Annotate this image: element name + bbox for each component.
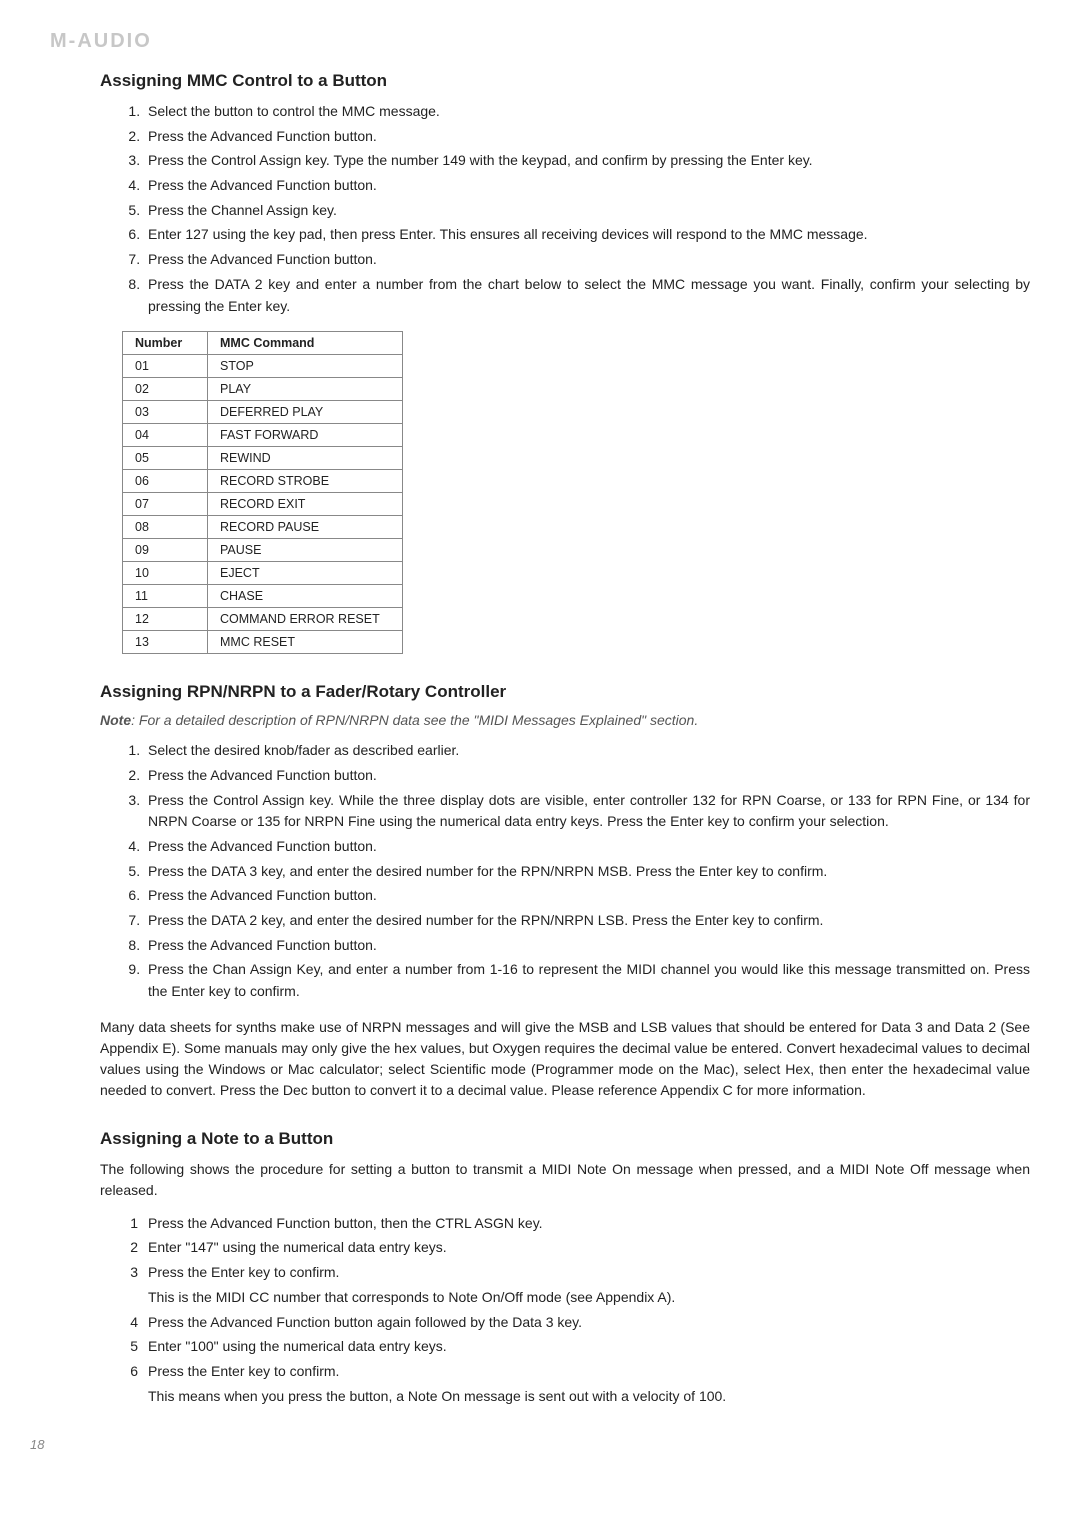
cell-number: 03 xyxy=(123,401,208,424)
step-subnote: This means when you press the button, a … xyxy=(148,1386,1030,1408)
cell-number: 13 xyxy=(123,631,208,654)
list-item: Enter "147" using the numerical data ent… xyxy=(118,1237,1030,1259)
cell-number: 10 xyxy=(123,562,208,585)
section-note-button: Assigning a Note to a Button The followi… xyxy=(100,1129,1030,1408)
table-row: 12COMMAND ERROR RESET xyxy=(123,608,403,631)
table-row: 08RECORD PAUSE xyxy=(123,516,403,539)
cell-command: RECORD PAUSE xyxy=(208,516,403,539)
section-title: Assigning RPN/NRPN to a Fader/Rotary Con… xyxy=(100,682,1030,702)
cell-command: CHASE xyxy=(208,585,403,608)
step-text: Press the Advanced Function button, then… xyxy=(148,1215,543,1231)
list-item: Press the DATA 2 key, and enter the desi… xyxy=(144,910,1030,932)
table-row: 06RECORD STROBE xyxy=(123,470,403,493)
cell-command: PAUSE xyxy=(208,539,403,562)
list-item: Press the Channel Assign key. xyxy=(144,200,1030,222)
cell-command: FAST FORWARD xyxy=(208,424,403,447)
section-rpn-nrpn: Assigning RPN/NRPN to a Fader/Rotary Con… xyxy=(100,682,1030,1101)
page-number: 18 xyxy=(30,1437,1030,1452)
table-row: 03DEFERRED PLAY xyxy=(123,401,403,424)
cell-command: STOP xyxy=(208,355,403,378)
table-header-command: MMC Command xyxy=(208,332,403,355)
cell-command: RECORD EXIT xyxy=(208,493,403,516)
table-row: 13MMC RESET xyxy=(123,631,403,654)
cell-command: DEFERRED PLAY xyxy=(208,401,403,424)
step-subnote: This is the MIDI CC number that correspo… xyxy=(148,1287,1030,1309)
cell-number: 04 xyxy=(123,424,208,447)
cell-number: 01 xyxy=(123,355,208,378)
table-row: 10EJECT xyxy=(123,562,403,585)
list-item: Select the desired knob/fader as describ… xyxy=(144,740,1030,762)
body-paragraph: Many data sheets for synths make use of … xyxy=(100,1017,1030,1101)
cell-command: PLAY xyxy=(208,378,403,401)
list-item: Press the Advanced Function button. xyxy=(144,935,1030,957)
cell-command: RECORD STROBE xyxy=(208,470,403,493)
cell-number: 07 xyxy=(123,493,208,516)
step-text: Press the Enter key to confirm. xyxy=(148,1264,339,1280)
list-item: Press the Control Assign key. While the … xyxy=(144,790,1030,833)
list-item: Press the Advanced Function button. xyxy=(144,126,1030,148)
table-header-number: Number xyxy=(123,332,208,355)
list-item: Press the Advanced Function button. xyxy=(144,885,1030,907)
cell-number: 05 xyxy=(123,447,208,470)
cell-command: EJECT xyxy=(208,562,403,585)
list-item: Press the Advanced Function button again… xyxy=(118,1312,1030,1334)
list-item: Press the Advanced Function button. xyxy=(144,175,1030,197)
table-row: 02PLAY xyxy=(123,378,403,401)
step-text: Press the Advanced Function button again… xyxy=(148,1314,582,1330)
table-row: 05REWIND xyxy=(123,447,403,470)
section-mmc-control: Assigning MMC Control to a Button Select… xyxy=(100,71,1030,654)
step-text: Enter "100" using the numerical data ent… xyxy=(148,1338,447,1354)
cell-number: 11 xyxy=(123,585,208,608)
step-list: Press the Advanced Function button, then… xyxy=(100,1213,1030,1408)
content-area: Assigning MMC Control to a Button Select… xyxy=(100,71,1030,1407)
section-title: Assigning MMC Control to a Button xyxy=(100,71,1030,91)
note-label: Note xyxy=(100,712,131,728)
cell-number: 12 xyxy=(123,608,208,631)
page: M-AUDIO Assigning MMC Control to a Butto… xyxy=(0,0,1080,1492)
table-row: 11CHASE xyxy=(123,585,403,608)
step-text: Press the Enter key to confirm. xyxy=(148,1363,339,1379)
note-line: Note: For a detailed description of RPN/… xyxy=(100,712,1030,728)
cell-command: REWIND xyxy=(208,447,403,470)
list-item: Press the Advanced Function button. xyxy=(144,765,1030,787)
table-row: 04FAST FORWARD xyxy=(123,424,403,447)
list-item: Press the Enter key to confirm. This is t… xyxy=(118,1262,1030,1308)
list-item: Press the DATA 3 key, and enter the desi… xyxy=(144,861,1030,883)
mmc-command-table: Number MMC Command 01STOP02PLAY03DEFERRE… xyxy=(122,331,403,654)
list-item: Press the Advanced Function button. xyxy=(144,249,1030,271)
list-item: Select the button to control the MMC mes… xyxy=(144,101,1030,123)
list-item: Enter "100" using the numerical data ent… xyxy=(118,1336,1030,1358)
list-item: Press the Enter key to confirm. This mean… xyxy=(118,1361,1030,1407)
list-item: Press the Advanced Function button. xyxy=(144,836,1030,858)
section-title: Assigning a Note to a Button xyxy=(100,1129,1030,1149)
list-item: Enter 127 using the key pad, then press … xyxy=(144,224,1030,246)
step-list: Select the desired knob/fader as describ… xyxy=(100,740,1030,1003)
table-row: 01STOP xyxy=(123,355,403,378)
list-item: Press the Control Assign key. Type the n… xyxy=(144,150,1030,172)
list-item: Press the Chan Assign Key, and enter a n… xyxy=(144,959,1030,1002)
note-text: : For a detailed description of RPN/NRPN… xyxy=(131,712,698,728)
list-item: Press the DATA 2 key and enter a number … xyxy=(144,274,1030,317)
brand-logo: M-AUDIO xyxy=(50,30,1030,53)
table-row: 07RECORD EXIT xyxy=(123,493,403,516)
cell-command: MMC RESET xyxy=(208,631,403,654)
table-row: 09PAUSE xyxy=(123,539,403,562)
step-text: Enter "147" using the numerical data ent… xyxy=(148,1239,447,1255)
intro-paragraph: The following shows the procedure for se… xyxy=(100,1159,1030,1201)
table-header-row: Number MMC Command xyxy=(123,332,403,355)
list-item: Press the Advanced Function button, then… xyxy=(118,1213,1030,1235)
step-list: Select the button to control the MMC mes… xyxy=(100,101,1030,317)
cell-number: 08 xyxy=(123,516,208,539)
cell-command: COMMAND ERROR RESET xyxy=(208,608,403,631)
cell-number: 09 xyxy=(123,539,208,562)
cell-number: 06 xyxy=(123,470,208,493)
cell-number: 02 xyxy=(123,378,208,401)
